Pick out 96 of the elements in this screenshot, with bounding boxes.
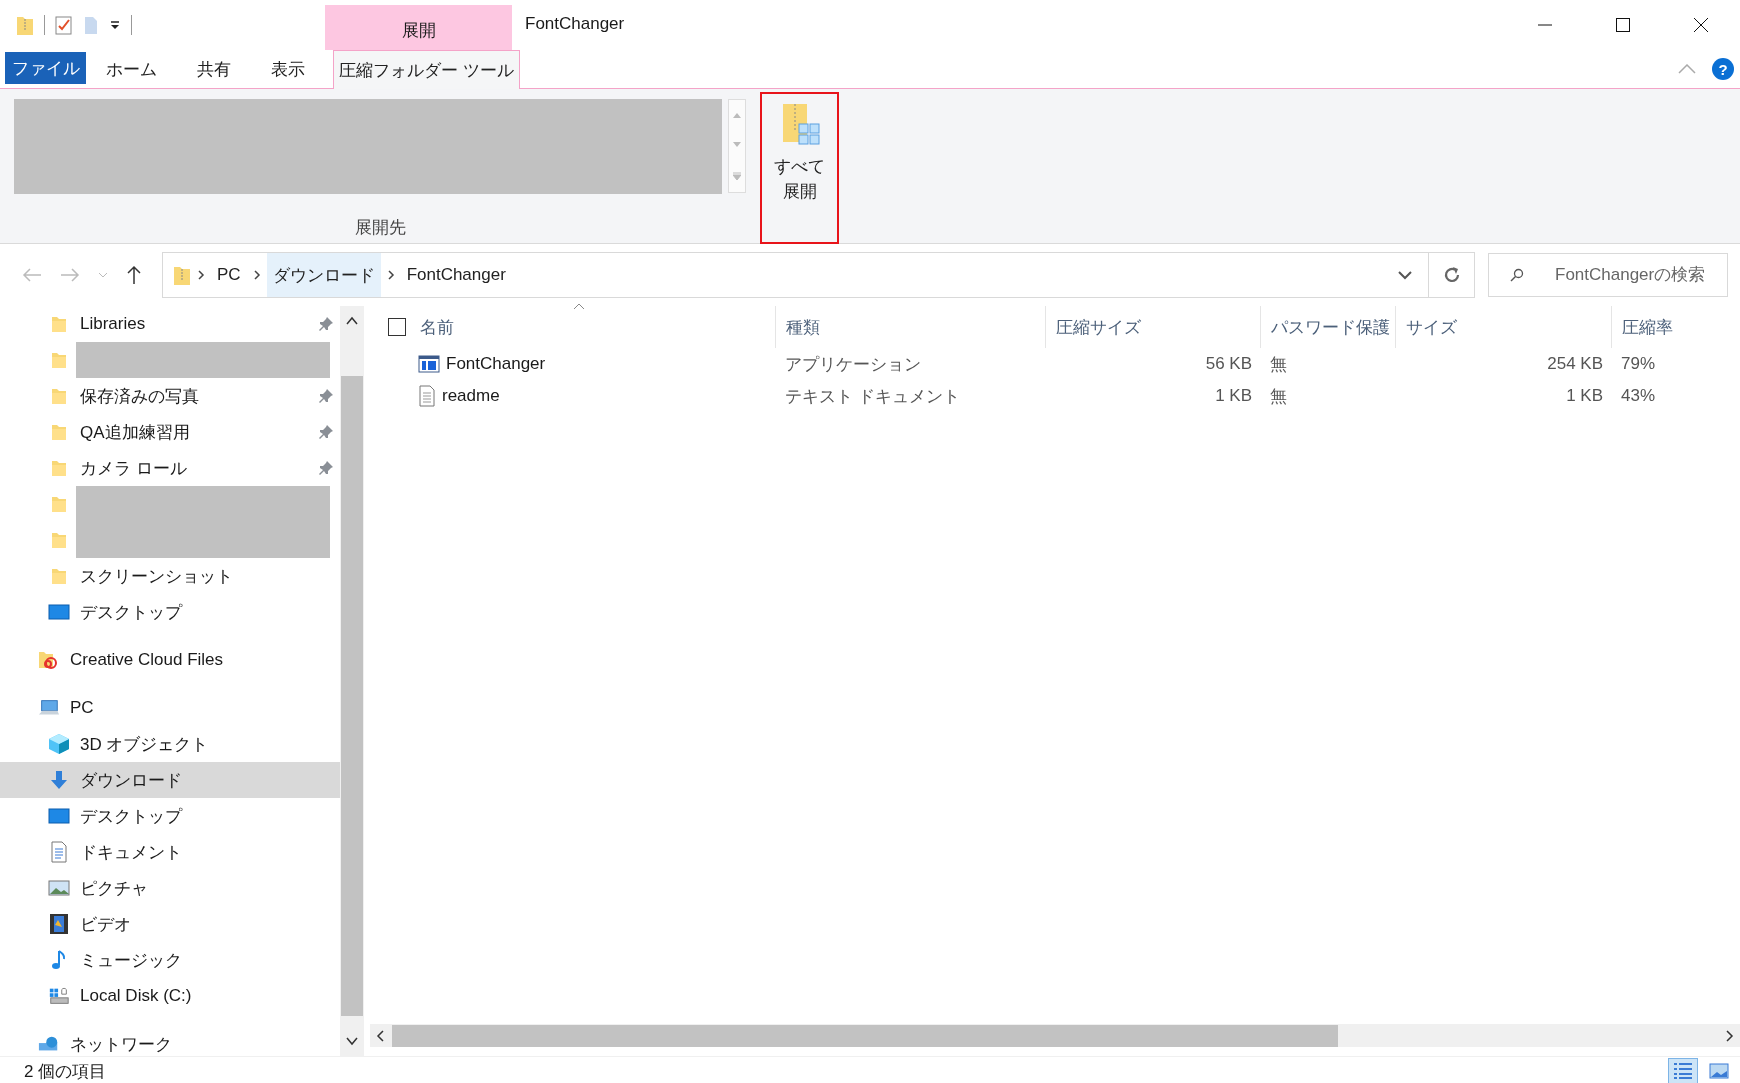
breadcrumb[interactable]: ダウンロード bbox=[266, 253, 381, 297]
desktop-icon bbox=[48, 604, 70, 620]
ribbon-tab[interactable]: ファイル bbox=[5, 52, 86, 84]
folder-icon bbox=[51, 567, 67, 585]
film-icon bbox=[49, 913, 69, 935]
collapse-ribbon-icon[interactable] bbox=[1678, 64, 1696, 74]
computer-icon bbox=[38, 699, 60, 717]
table-cell-text: 254 KB bbox=[1546, 354, 1604, 374]
sidebar-item[interactable]: ミュージック bbox=[0, 942, 340, 978]
dropdown-icon[interactable] bbox=[109, 20, 121, 30]
folder-icon bbox=[51, 495, 67, 513]
sidebar-item[interactable]: Local Disk (C:) bbox=[0, 978, 340, 1014]
zip-folder-icon bbox=[173, 264, 191, 286]
table-cell-text: 1 KB bbox=[1214, 386, 1253, 406]
folder-icon bbox=[51, 387, 67, 405]
sidebar-item[interactable]: ダウンロード bbox=[0, 762, 340, 798]
view-button[interactable] bbox=[1668, 1058, 1698, 1083]
table-cell-text: 56 KB bbox=[1204, 354, 1253, 374]
table-cell-text: 79% bbox=[1620, 354, 1657, 374]
sidebar-item[interactable]: 3D オブジェクト bbox=[0, 726, 340, 762]
zip-folder-icon[interactable] bbox=[16, 14, 34, 36]
table-cell-text: アプリケーション bbox=[784, 353, 922, 376]
sidebar-item[interactable]: Libraries bbox=[0, 306, 340, 342]
chevron-icon[interactable] bbox=[252, 269, 261, 281]
column-header[interactable]: 名前 bbox=[420, 315, 454, 339]
sidebar-item[interactable]: デスクトップ bbox=[0, 594, 340, 630]
chevron-icon[interactable] bbox=[386, 269, 395, 281]
column-header[interactable]: パスワード保護 bbox=[1260, 306, 1395, 348]
column-header[interactable]: 圧縮率 bbox=[1611, 306, 1740, 348]
dropdown-chevron-icon[interactable] bbox=[1398, 270, 1412, 280]
ribbon-tab[interactable]: 圧縮フォルダー ツール bbox=[333, 50, 520, 89]
application-icon bbox=[418, 354, 440, 374]
sidebar-item[interactable]: カメラ ロール bbox=[0, 450, 340, 486]
table-cell-text: 無 bbox=[1269, 353, 1288, 376]
item-count: 2 個の項目 bbox=[24, 1060, 107, 1083]
chevron-icon[interactable] bbox=[197, 269, 205, 281]
table-cell-text: 43% bbox=[1620, 386, 1657, 406]
sidebar-item[interactable]: 保存済みの写真 bbox=[0, 378, 340, 414]
column-header[interactable]: 圧縮サイズ bbox=[1045, 306, 1260, 348]
scrollbar[interactable] bbox=[370, 1024, 1740, 1047]
folder-icon bbox=[51, 423, 67, 441]
checkmark-icon[interactable] bbox=[55, 15, 73, 35]
sidebar-item[interactable]: QA追加練習用 bbox=[0, 414, 340, 450]
document-icon bbox=[50, 841, 68, 863]
sidebar-item[interactable]: デスクトップ bbox=[0, 798, 340, 834]
column-header[interactable]: 種類 bbox=[775, 306, 1045, 348]
scrollbar[interactable] bbox=[340, 306, 364, 1056]
folder-icon bbox=[51, 315, 67, 333]
search-field[interactable]: FontChangerの検索 bbox=[1488, 253, 1728, 297]
picture-icon bbox=[48, 879, 70, 897]
help-button[interactable]: ? bbox=[1712, 58, 1734, 80]
cloud-folder-icon bbox=[38, 650, 60, 670]
music-note-icon bbox=[51, 949, 67, 971]
folder-icon bbox=[51, 531, 67, 549]
breadcrumb[interactable]: FontChanger bbox=[400, 253, 512, 297]
back-arrow-icon[interactable] bbox=[22, 267, 42, 283]
context-tab-group: 展開 bbox=[325, 5, 512, 50]
sidebar-item[interactable]: ピクチャ bbox=[0, 870, 340, 906]
large-icons-view-icon bbox=[1709, 1062, 1729, 1080]
ribbon-tab[interactable]: ホーム bbox=[86, 50, 177, 88]
breadcrumb[interactable]: PC bbox=[211, 253, 247, 297]
caret-icon[interactable] bbox=[98, 272, 108, 278]
network-icon bbox=[38, 1035, 60, 1053]
folder-icon bbox=[51, 351, 67, 369]
table-cell-text: 無 bbox=[1269, 385, 1288, 408]
maximize-icon bbox=[1615, 17, 1631, 33]
sidebar-item[interactable]: ドキュメント bbox=[0, 834, 340, 870]
details-view-icon bbox=[1673, 1062, 1693, 1080]
ribbon-tab[interactable]: 表示 bbox=[251, 50, 325, 88]
extract-all-button[interactable]: すべて 展開 bbox=[760, 92, 839, 244]
window-title: FontChanger bbox=[524, 13, 626, 35]
close-icon bbox=[1693, 17, 1709, 33]
file-name[interactable]: FontChanger bbox=[446, 354, 546, 374]
file-name[interactable]: readme bbox=[442, 386, 500, 406]
group-label: 展開先 bbox=[353, 217, 407, 239]
sidebar-item[interactable]: PC bbox=[0, 690, 340, 726]
download-arrow-icon bbox=[50, 770, 68, 790]
minimize-icon bbox=[1537, 24, 1553, 26]
up-arrow-icon[interactable] bbox=[126, 265, 142, 285]
text-file-icon bbox=[418, 385, 436, 407]
search-icon bbox=[1510, 268, 1524, 282]
table-cell-text: 1 KB bbox=[1565, 386, 1604, 406]
desktop-icon bbox=[48, 808, 70, 824]
sidebar-item[interactable]: ビデオ bbox=[0, 906, 340, 942]
sidebar-item[interactable]: ネットワーク bbox=[0, 1026, 340, 1056]
select-all-checkbox[interactable] bbox=[388, 318, 406, 336]
sidebar-item[interactable]: スクリーンショット bbox=[0, 558, 340, 594]
sidebar-item[interactable]: Creative Cloud Files bbox=[0, 642, 340, 678]
gallery-scroll-buttons[interactable] bbox=[728, 99, 746, 193]
column-header[interactable]: サイズ bbox=[1395, 306, 1611, 348]
forward-arrow-icon[interactable] bbox=[60, 267, 80, 283]
table-cell-text: テキスト ドキュメント bbox=[784, 385, 961, 408]
folder-icon bbox=[51, 459, 67, 477]
drive-icon bbox=[48, 986, 70, 1006]
ribbon-tab[interactable]: 共有 bbox=[177, 50, 251, 88]
cube-icon bbox=[48, 733, 70, 755]
